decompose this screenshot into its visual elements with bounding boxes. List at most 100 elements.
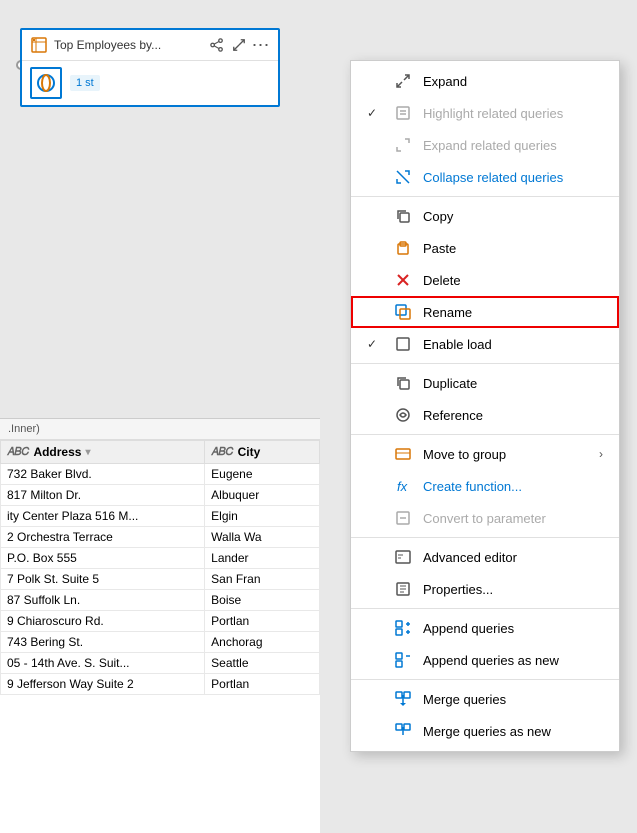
table-cell: P.O. Box 555 [1, 548, 205, 569]
menu-item-move-to-group[interactable]: Move to group › [351, 438, 619, 470]
menu-label-append-queries: Append queries [423, 621, 603, 636]
expand-icon[interactable] [230, 36, 248, 54]
table-row: ity Center Plaza 516 M...Elgin [1, 506, 320, 527]
menu-check-highlight-related: ✓ [367, 106, 383, 120]
menu-item-copy[interactable]: Copy [351, 200, 619, 232]
col-type-icon-city: 𝐴𝐵𝐶 [211, 446, 233, 459]
menu-label-highlight-related: Highlight related queries [423, 106, 603, 121]
query-table-icon [30, 36, 48, 54]
menu-label-merge-queries: Merge queries [423, 692, 603, 707]
menu-separator [351, 434, 619, 435]
menu-label-copy: Copy [423, 209, 603, 224]
menu-item-paste[interactable]: Paste [351, 232, 619, 264]
copy-icon [393, 206, 413, 226]
menu-item-collapse-related[interactable]: Collapse related queries [351, 161, 619, 193]
menu-item-properties[interactable]: Properties... [351, 573, 619, 605]
properties-icon [393, 579, 413, 599]
menu-label-expand: Expand [423, 74, 603, 89]
table-row: 2 Orchestra TerraceWalla Wa [1, 527, 320, 548]
table-cell: Lander [205, 548, 320, 569]
menu-separator [351, 679, 619, 680]
sort-icon-address[interactable]: ▾ [85, 447, 90, 458]
menu-item-merge-queries-new[interactable]: Merge queries as new [351, 715, 619, 747]
query-card-body: 1 st [22, 61, 278, 105]
menu-item-reference[interactable]: Reference [351, 399, 619, 431]
table-cell: Elgin [205, 506, 320, 527]
collapse-related-icon [393, 167, 413, 187]
more-icon[interactable]: ⋯ [252, 36, 270, 54]
share-icon[interactable] [208, 36, 226, 54]
menu-item-create-function[interactable]: fx Create function... [351, 470, 619, 502]
menu-item-append-queries[interactable]: Append queries [351, 612, 619, 644]
expand-related-icon [393, 135, 413, 155]
col-address[interactable]: 𝐴𝐵𝐶 Address ▾ [1, 441, 205, 464]
table-row: P.O. Box 555Lander [1, 548, 320, 569]
table-cell: Portlan [205, 674, 320, 695]
col-city[interactable]: 𝐴𝐵𝐶 City [205, 441, 320, 464]
menu-label-rename: Rename [423, 305, 603, 320]
table-cell: 87 Suffolk Ln. [1, 590, 205, 611]
col-header-address: Address [33, 445, 81, 459]
menu-item-delete[interactable]: Delete [351, 264, 619, 296]
enable-load-icon [393, 334, 413, 354]
table-row: 87 Suffolk Ln.Boise [1, 590, 320, 611]
table-cell: Anchorag [205, 632, 320, 653]
menu-label-append-queries-new: Append queries as new [423, 653, 603, 668]
menu-item-rename[interactable]: Rename [351, 296, 619, 328]
merge-icon [393, 689, 413, 709]
table-cell: Walla Wa [205, 527, 320, 548]
table-cell: 817 Milton Dr. [1, 485, 205, 506]
table-cell: 9 Jefferson Way Suite 2 [1, 674, 205, 695]
step-badge: 1 st [70, 75, 100, 91]
table-cell: 2 Orchestra Terrace [1, 527, 205, 548]
menu-item-merge-queries[interactable]: Merge queries [351, 683, 619, 715]
query-card: Top Employees by... ⋯ [20, 28, 280, 107]
menu-label-merge-queries-new: Merge queries as new [423, 724, 603, 739]
query-card-actions: ⋯ [208, 36, 270, 54]
query-preview-icon [30, 67, 62, 99]
context-menu: Expand ✓ Highlight related queries Expand r… [350, 60, 620, 752]
expand-menu-icon [393, 71, 413, 91]
menu-item-advanced-editor[interactable]: Advanced editor [351, 541, 619, 573]
table-container: 𝐴𝐵𝐶 Address ▾ 𝐴𝐵𝐶 City 732 Baker Blvd [0, 440, 320, 830]
menu-item-convert-parameter: Convert to parameter [351, 502, 619, 534]
table-row: 732 Baker Blvd.Eugene [1, 464, 320, 485]
paste-icon [393, 238, 413, 258]
menu-item-append-queries-new[interactable]: Append queries as new [351, 644, 619, 676]
table-cell: 7 Polk St. Suite 5 [1, 569, 205, 590]
reference-icon [393, 405, 413, 425]
menu-item-enable-load[interactable]: ✓Enable load [351, 328, 619, 360]
menu-item-duplicate[interactable]: Duplicate [351, 367, 619, 399]
menu-separator [351, 608, 619, 609]
query-card-header: Top Employees by... ⋯ [22, 30, 278, 61]
table-cell: Albuquer [205, 485, 320, 506]
duplicate-icon [393, 373, 413, 393]
table-cell: Boise [205, 590, 320, 611]
menu-label-reference: Reference [423, 408, 603, 423]
rename-icon [393, 302, 413, 322]
menu-label-move-to-group: Move to group [423, 447, 589, 462]
menu-check-enable-load: ✓ [367, 337, 383, 351]
menu-label-create-function: Create function... [423, 479, 603, 494]
function-icon: fx [393, 476, 413, 496]
menu-label-advanced-editor: Advanced editor [423, 550, 603, 565]
table-cell: 743 Bering St. [1, 632, 205, 653]
menu-label-delete: Delete [423, 273, 603, 288]
menu-label-properties: Properties... [423, 582, 603, 597]
delete-icon [393, 270, 413, 290]
parameter-icon [393, 508, 413, 528]
menu-item-expand[interactable]: Expand [351, 65, 619, 97]
menu-label-expand-related: Expand related queries [423, 138, 603, 153]
table-cell: Portlan [205, 611, 320, 632]
table-row: 743 Bering St.Anchorag [1, 632, 320, 653]
table-row: 05 - 14th Ave. S. Suit...Seattle [1, 653, 320, 674]
menu-item-expand-related: Expand related queries [351, 129, 619, 161]
table-row: 9 Jefferson Way Suite 2Portlan [1, 674, 320, 695]
table-row: 9 Chiaroscuro Rd.Portlan [1, 611, 320, 632]
table-cell: Eugene [205, 464, 320, 485]
editor-icon [393, 547, 413, 567]
table-cell: San Fran [205, 569, 320, 590]
menu-arrow-move-to-group: › [599, 447, 603, 461]
highlight-icon [393, 103, 413, 123]
menu-separator [351, 363, 619, 364]
